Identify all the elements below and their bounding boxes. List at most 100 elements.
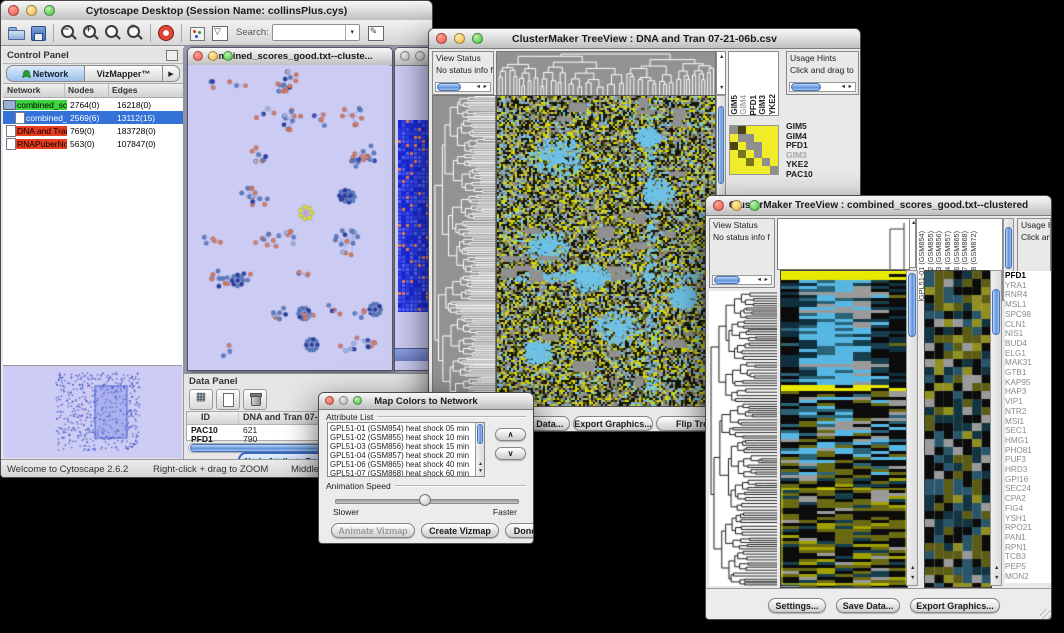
filter-icon[interactable]: ▽ (208, 23, 230, 43)
settings-button[interactable]: Settings... (768, 598, 826, 613)
matrix-cell[interactable] (762, 158, 770, 166)
tab-network[interactable]: Network (6, 65, 85, 82)
gene-label[interactable]: MAK31 (1005, 358, 1051, 368)
matrix-cell[interactable] (738, 150, 746, 158)
matrix-column-label[interactable]: PFD1 (750, 95, 758, 115)
network-name[interactable]: DNA and Tran 07 (16, 126, 67, 136)
zoom-vscrollbar[interactable]: ▲ ▼ (990, 270, 1002, 586)
network-row[interactable]: combined_sco2569(6)13112(15) (3, 111, 183, 124)
matrix-row-label[interactable]: PAC10 (786, 170, 813, 180)
open-file-icon[interactable] (5, 23, 27, 43)
gene-label[interactable]: ELG1 (1005, 349, 1051, 359)
search-input[interactable]: ▾ (272, 24, 360, 41)
matrix-cell[interactable] (762, 166, 770, 174)
delete-attribute-icon[interactable] (243, 389, 267, 410)
gene-label[interactable]: NIS1 (1005, 329, 1051, 339)
column-dendrogram-canvas[interactable] (496, 51, 716, 97)
scroll-up-icon[interactable]: ▲ (910, 566, 915, 572)
gene-label[interactable]: FIG4 (1005, 504, 1051, 514)
listbox-vscrollbar[interactable]: ▲ ▼ (475, 423, 484, 476)
matrix-column-label[interactable]: GIM5 (731, 95, 739, 115)
gene-label[interactable]: GPI16 (1005, 475, 1051, 485)
minimize-button[interactable] (208, 51, 218, 61)
minimize-button[interactable] (415, 51, 425, 61)
zoom-selected-icon[interactable]: □ (124, 23, 146, 43)
matrix-cell[interactable] (738, 134, 746, 142)
help-lifering-icon[interactable] (155, 23, 177, 43)
scroll-left-icon[interactable]: ◄ (757, 278, 762, 284)
matrix-cell[interactable] (730, 150, 738, 158)
animation-speed-slider[interactable] (335, 493, 517, 507)
matrix-cell[interactable] (746, 126, 754, 134)
minimize-button[interactable] (731, 200, 742, 211)
gene-label[interactable]: MON2 (1005, 572, 1051, 582)
export-graphics-button[interactable]: Export Graphics... (573, 416, 653, 431)
export-graphics-button[interactable]: Export Graphics... (910, 598, 1000, 613)
matrix-cell[interactable] (770, 150, 778, 158)
gene-label[interactable]: SEC24 (1005, 484, 1051, 494)
matrix-column-label[interactable]: PAC10 (778, 90, 779, 115)
zoom-button[interactable] (472, 33, 483, 44)
row-dendrogram-canvas[interactable] (432, 95, 496, 407)
matrix-column-label[interactable]: GIM4 (740, 95, 748, 115)
scroll-down-icon[interactable]: ▼ (478, 469, 483, 474)
matrix-column-label[interactable]: YKE2 (769, 94, 777, 115)
attribute-item[interactable]: GPL51-07 (GSM868) heat shock 60 min (330, 469, 484, 477)
gene-label[interactable]: BUD4 (1005, 339, 1051, 349)
network-grid-canvas[interactable] (398, 120, 432, 312)
gene-label[interactable]: PFD1 (1005, 271, 1051, 281)
scroll-right-icon[interactable]: ► (848, 85, 853, 91)
close-button[interactable] (325, 396, 334, 405)
attribute-item[interactable]: GPL51-01 (GSM854) heat shock 05 min (330, 424, 484, 433)
matrix-cell[interactable] (738, 166, 746, 174)
view-status-scrollbar[interactable]: ◄ ► (712, 275, 772, 285)
matrix-cell[interactable] (754, 150, 762, 158)
matrix-cell[interactable] (770, 126, 778, 134)
vizmapper-icon[interactable] (186, 23, 208, 43)
gene-label[interactable]: YRA1 (1005, 281, 1051, 291)
tab-overflow-arrow[interactable]: ▶ (163, 65, 180, 82)
close-button[interactable] (193, 51, 203, 61)
matrix-cell[interactable] (730, 166, 738, 174)
zoom-button[interactable] (749, 200, 760, 211)
zoom-heatmap-canvas[interactable] (924, 270, 992, 588)
close-button[interactable] (436, 33, 447, 44)
gene-label[interactable]: TCB3 (1005, 552, 1051, 562)
gene-label[interactable]: CLN1 (1005, 320, 1051, 330)
search-dropdown-arrow[interactable]: ▾ (345, 25, 359, 40)
minimize-button[interactable] (26, 5, 37, 16)
gene-label[interactable]: HRD3 (1005, 465, 1051, 475)
close-button[interactable] (8, 5, 19, 16)
data-col-id[interactable]: ID (187, 412, 239, 424)
minimize-button[interactable] (454, 33, 465, 44)
select-attributes-icon[interactable]: ▦ (189, 389, 213, 410)
matrix-cell[interactable] (762, 150, 770, 158)
matrix-column-label[interactable]: GIM3 (759, 95, 767, 115)
scroll-up-icon[interactable]: ▲ (719, 55, 724, 61)
gene-label[interactable]: PEP5 (1005, 562, 1051, 572)
matrix-cell[interactable] (762, 142, 770, 150)
dendro-scroll-strip[interactable]: ▲ ▼ (716, 51, 726, 95)
slider-thumb[interactable] (419, 494, 431, 506)
matrix-cell[interactable] (730, 158, 738, 166)
scroll-down-icon[interactable]: ▼ (719, 86, 724, 92)
animate-vizmap-button[interactable]: Animate Vizmap (331, 523, 415, 538)
gene-label[interactable]: YSH1 (1005, 514, 1051, 524)
gene-label[interactable]: HAP3 (1005, 387, 1051, 397)
gene-label[interactable]: SPC98 (1005, 310, 1051, 320)
scroll-right-icon[interactable]: ► (764, 278, 769, 284)
column-dendrogram-canvas[interactable] (777, 218, 910, 270)
gene-label[interactable]: NTR2 (1005, 407, 1051, 417)
col-header-network[interactable]: Network (3, 84, 65, 97)
matrix-cell[interactable] (746, 158, 754, 166)
matrix-cell[interactable] (754, 126, 762, 134)
network-name[interactable]: combined_scores (16, 100, 67, 110)
zoom-fit-icon[interactable] (102, 23, 124, 43)
gene-label[interactable]: PAN1 (1005, 533, 1051, 543)
matrix-cell[interactable] (730, 134, 738, 142)
zoom-button[interactable] (223, 51, 233, 61)
treeview1-titlebar[interactable]: ClusterMaker TreeView : DNA and Tran 07-… (429, 29, 860, 49)
close-button[interactable] (400, 51, 410, 61)
matrix-cell[interactable] (762, 126, 770, 134)
matrix-cell[interactable] (770, 142, 778, 150)
